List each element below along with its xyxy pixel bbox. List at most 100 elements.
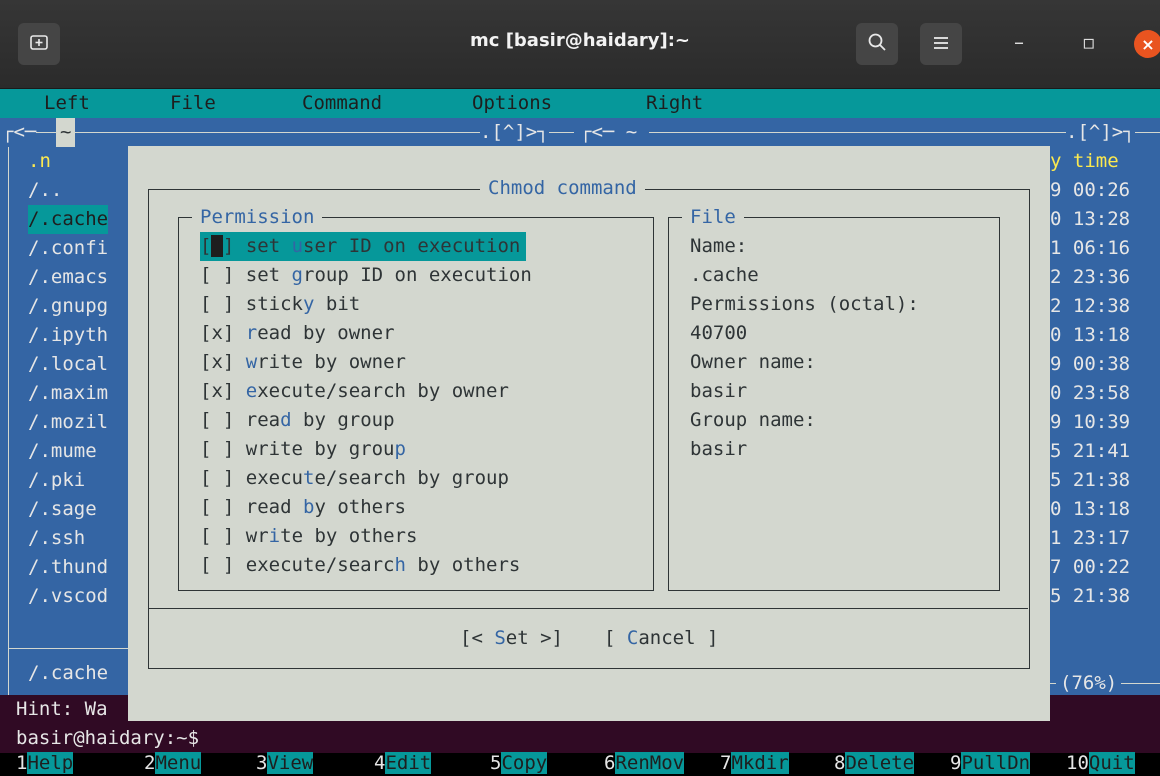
- fkey-pulldn[interactable]: 9PullDn: [950, 749, 1031, 776]
- permission-checkbox[interactable]: [ ] set user ID on execution: [200, 232, 527, 261]
- fkey-label: View: [267, 752, 314, 774]
- file-time-item[interactable]: 0 23:58: [1050, 379, 1130, 408]
- file-list-item[interactable]: /.thund: [28, 553, 108, 582]
- file-time-item[interactable]: 0 13:28: [1050, 205, 1130, 234]
- fkey-menu[interactable]: 2Menu: [144, 749, 202, 776]
- file-time-item[interactable]: 9 00:26: [1050, 176, 1130, 205]
- file-time-item[interactable]: 1 06:16: [1050, 234, 1130, 263]
- fkey-renmov[interactable]: 6RenMov: [604, 749, 685, 776]
- fkey-view[interactable]: 3View: [256, 749, 314, 776]
- left-panel-path-tab[interactable]: ~: [56, 118, 76, 147]
- file-time-item[interactable]: 1 23:17: [1050, 524, 1130, 553]
- file-list-item[interactable]: /.cache: [28, 205, 109, 234]
- fkey-mkdir[interactable]: 7Mkdir: [720, 749, 789, 776]
- permission-hotkey: r: [245, 322, 258, 344]
- permission-checkbox[interactable]: [ ] sticky bit: [200, 290, 360, 319]
- menu-options[interactable]: Options: [472, 89, 552, 118]
- search-button[interactable]: [856, 23, 898, 65]
- right-panel-column-header: y time: [1050, 150, 1119, 172]
- left-panel-arrow[interactable]: ┌<─: [2, 118, 37, 147]
- chmod-dialog-title: Chmod command: [480, 174, 645, 203]
- set-button-hotkey: S: [494, 627, 506, 649]
- file-list-item[interactable]: /.maxim: [28, 379, 108, 408]
- left-panel-history-toggle[interactable]: .[^]>┐: [480, 118, 549, 147]
- permission-label-post: e/search by group: [314, 467, 509, 489]
- hamburger-menu-button[interactable]: [920, 23, 962, 65]
- set-button[interactable]: [< Set >]: [460, 624, 563, 653]
- permission-checkbox[interactable]: [ ] read by others: [200, 493, 406, 522]
- permissions-octal-value: 40700: [690, 322, 748, 344]
- minimize-button[interactable]: –: [1014, 30, 1024, 54]
- cancel-button[interactable]: [ Cancel ]: [604, 624, 718, 653]
- menu-command[interactable]: Command: [302, 89, 382, 118]
- file-list-item[interactable]: /.mozil: [28, 408, 108, 437]
- file-list-item[interactable]: /.ipyth: [28, 321, 108, 350]
- permission-label-pre: set: [245, 264, 292, 286]
- hint-line: Hint: Wa: [16, 698, 108, 720]
- file-time-item[interactable]: 9 00:38: [1050, 350, 1130, 379]
- file-time-item[interactable]: 0 13:18: [1050, 321, 1130, 350]
- chmod-dialog: Chmod command Permission [ ] set user ID…: [128, 146, 1050, 721]
- permission-checkbox[interactable]: [ ] execute/search by others: [200, 551, 520, 580]
- file-time-item[interactable]: 5 21:38: [1050, 466, 1130, 495]
- permission-label-post: y others: [314, 496, 406, 518]
- fkey-copy[interactable]: 5Copy: [490, 749, 548, 776]
- permission-check-state: [x]: [200, 351, 235, 373]
- menu-file[interactable]: File: [170, 89, 216, 118]
- file-list-item[interactable]: /.vscod: [28, 582, 108, 611]
- file-time-item[interactable]: 2 12:38: [1050, 292, 1130, 321]
- permission-label-pre: write by grou: [245, 438, 395, 460]
- file-time-item[interactable]: 9 10:39: [1050, 408, 1130, 437]
- file-time-item[interactable]: 5 21:41: [1050, 437, 1130, 466]
- permission-checkbox[interactable]: [ ] execute/search by group: [200, 464, 509, 493]
- file-list-item[interactable]: /.gnupg: [28, 292, 108, 321]
- permission-checkbox[interactable]: [ ] read by group: [200, 406, 395, 435]
- permission-hotkey: y: [302, 293, 315, 315]
- terminal[interactable]: Left File Command Options Right ┌<─ ~ .[…: [0, 89, 1160, 776]
- permission-checkbox[interactable]: [x] execute/search by owner: [200, 377, 509, 406]
- file-info-title: File: [682, 203, 744, 232]
- file-time-item[interactable]: 5 21:38: [1050, 582, 1130, 611]
- group-name-value: basir: [690, 438, 748, 460]
- permission-hotkey: w: [245, 351, 258, 373]
- permission-label-post: by others: [405, 554, 521, 576]
- file-list-item[interactable]: /.mume: [28, 437, 97, 466]
- text-cursor: [211, 235, 223, 257]
- permission-label-post: bit: [314, 293, 361, 315]
- permission-checkbox[interactable]: [ ] write by others: [200, 522, 417, 551]
- search-icon: [867, 32, 887, 57]
- fkey-label: Menu: [155, 752, 202, 774]
- fkey-delete[interactable]: 8Delete: [834, 749, 915, 776]
- file-list-item[interactable]: /.ssh: [28, 524, 85, 553]
- menu-right[interactable]: Right: [646, 89, 703, 118]
- permission-label-pre: execu: [245, 467, 303, 489]
- file-list-item[interactable]: /.local: [28, 350, 108, 379]
- permission-checkbox[interactable]: [x] write by owner: [200, 348, 406, 377]
- close-button[interactable]: ×: [1134, 30, 1160, 58]
- right-panel-header-right[interactable]: .[^]>┐: [1066, 118, 1135, 147]
- permission-check-state: [ ]: [200, 409, 235, 431]
- fkey-number: 9: [950, 752, 962, 774]
- file-list-item[interactable]: /.emacs: [28, 263, 108, 292]
- file-list-item[interactable]: /..: [28, 176, 62, 205]
- file-list-item[interactable]: /.sage: [28, 495, 97, 524]
- fkey-number: 2: [144, 752, 156, 774]
- permission-check-state: [ ]: [200, 293, 235, 315]
- right-panel-header-left[interactable]: ┌<─ ~: [580, 118, 649, 147]
- menu-left[interactable]: Left: [44, 89, 90, 118]
- fkey-edit[interactable]: 4Edit: [374, 749, 432, 776]
- file-time-item[interactable]: 0 13:18: [1050, 495, 1130, 524]
- fkey-help[interactable]: 1Help: [16, 749, 74, 776]
- file-time-item[interactable]: 2 23:36: [1050, 263, 1130, 292]
- permission-checkbox[interactable]: [ ] write by group: [200, 435, 406, 464]
- fkey-quit[interactable]: 10Quit: [1066, 749, 1135, 776]
- file-time-item[interactable]: 7 00:22: [1050, 553, 1130, 582]
- permission-checkbox[interactable]: [x] read by owner: [200, 319, 395, 348]
- permissions-octal-label: Permissions (octal):: [690, 293, 919, 315]
- maximize-button[interactable]: ▫: [1082, 30, 1096, 54]
- permission-checkbox[interactable]: [ ] set group ID on execution: [200, 261, 532, 290]
- file-list-item[interactable]: /.pki: [28, 466, 85, 495]
- cancel-button-post: ancel ]: [638, 627, 719, 649]
- file-list-item[interactable]: /.confi: [28, 234, 108, 263]
- permission-hotkey: i: [268, 525, 281, 547]
